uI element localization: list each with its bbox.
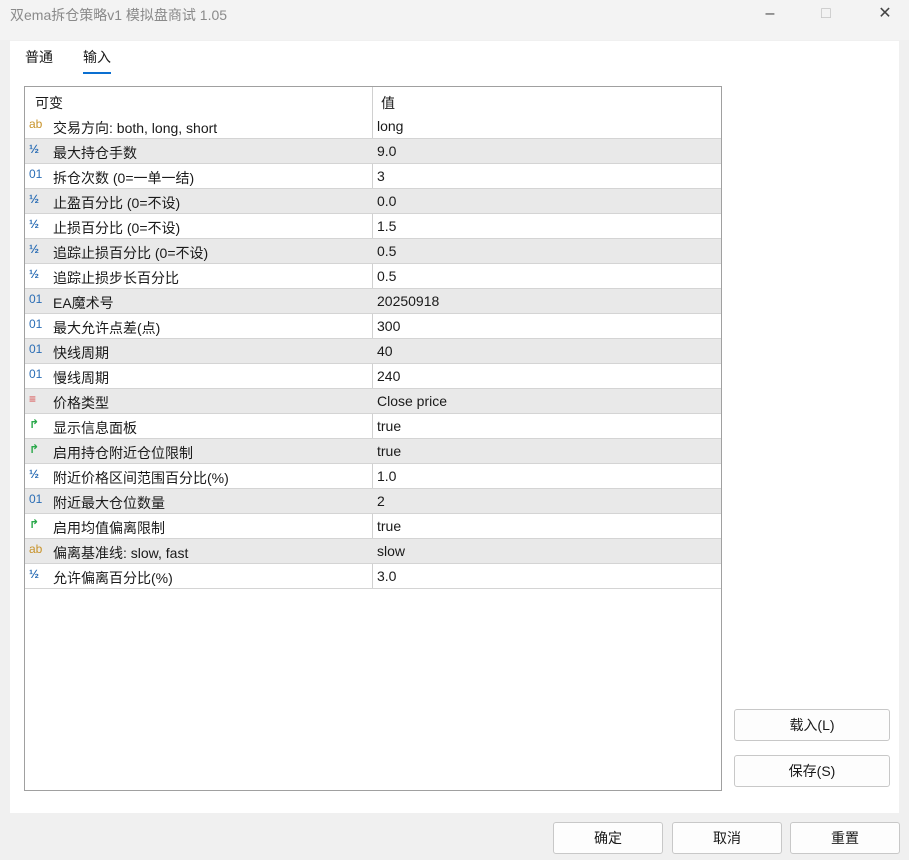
table-row[interactable]: ½ 允许偏离百分比(%) 3.0 xyxy=(25,564,721,589)
param-value[interactable]: 40 xyxy=(377,343,393,359)
param-value[interactable]: 0.5 xyxy=(377,243,396,259)
param-name: 止盈百分比 (0=不设) xyxy=(53,195,181,211)
table-row[interactable]: ab 交易方向: both, long, short long xyxy=(25,114,721,139)
double-type-icon: ½ xyxy=(29,567,40,581)
dialog-panel: 普通 输入 可变 值 ab 交易方向: both, long, short lo… xyxy=(10,41,899,813)
param-value[interactable]: 300 xyxy=(377,318,400,334)
bool-type-icon: ↱ xyxy=(29,442,40,456)
param-value[interactable]: 9.0 xyxy=(377,143,396,159)
integer-type-icon: 01 xyxy=(29,342,43,356)
table-row[interactable]: ½ 止盈百分比 (0=不设) 0.0 xyxy=(25,189,721,214)
tab-inputs[interactable]: 输入 xyxy=(83,47,111,74)
title-bar: 双ema拆仓策略v1 模拟盘商试 1.05 – □ ✕ xyxy=(0,0,909,40)
param-name: 追踪止损步长百分比 xyxy=(53,270,179,286)
table-row[interactable]: 01 快线周期 40 xyxy=(25,339,721,364)
table-row[interactable]: 01 慢线周期 240 xyxy=(25,364,721,389)
header-value[interactable]: 值 xyxy=(381,93,395,113)
minimize-icon[interactable]: – xyxy=(760,4,780,24)
header-variable[interactable]: 可变 xyxy=(35,93,63,113)
table-row[interactable]: ½ 最大持仓手数 9.0 xyxy=(25,139,721,164)
string-type-icon: ab xyxy=(29,542,43,556)
string-type-icon: ab xyxy=(29,117,43,131)
param-name: 偏离基准线: slow, fast xyxy=(53,545,189,561)
param-value[interactable]: true xyxy=(377,443,401,459)
integer-type-icon: 01 xyxy=(29,367,43,381)
param-name: 交易方向: both, long, short xyxy=(53,120,218,136)
double-type-icon: ½ xyxy=(29,217,40,231)
param-name: 最大允许点差(点) xyxy=(53,320,161,336)
param-value[interactable]: 240 xyxy=(377,368,400,384)
param-value[interactable]: true xyxy=(377,518,401,534)
param-value[interactable]: 1.0 xyxy=(377,468,396,484)
param-name: 拆仓次数 (0=一单一结) xyxy=(53,170,195,186)
param-value[interactable]: 0.5 xyxy=(377,268,396,284)
maximize-icon[interactable]: □ xyxy=(816,4,836,24)
param-value[interactable]: 0.0 xyxy=(377,193,396,209)
param-name: 附近最大仓位数量 xyxy=(53,495,165,511)
double-type-icon: ½ xyxy=(29,192,40,206)
table-row[interactable]: ↱ 显示信息面板 true xyxy=(25,414,721,439)
param-value[interactable]: 1.5 xyxy=(377,218,396,234)
param-name: 追踪止损百分比 (0=不设) xyxy=(53,245,209,261)
integer-type-icon: 01 xyxy=(29,492,43,506)
param-name: 启用持仓附近仓位限制 xyxy=(53,445,193,461)
param-value[interactable]: long xyxy=(377,118,403,134)
table-header: 可变 值 xyxy=(25,87,721,114)
table-row[interactable]: ↱ 启用持仓附近仓位限制 true xyxy=(25,439,721,464)
param-name: 最大持仓手数 xyxy=(53,145,137,161)
load-button[interactable]: 载入(L) xyxy=(734,709,890,741)
save-button[interactable]: 保存(S) xyxy=(734,755,890,787)
param-value[interactable]: slow xyxy=(377,543,405,559)
param-value[interactable]: 3.0 xyxy=(377,568,396,584)
integer-type-icon: 01 xyxy=(29,292,43,306)
table-row[interactable]: 01 EA魔术号 20250918 xyxy=(25,289,721,314)
table-row[interactable]: ↱ 启用均值偏离限制 true xyxy=(25,514,721,539)
table-row[interactable]: 01 最大允许点差(点) 300 xyxy=(25,314,721,339)
param-value[interactable]: 2 xyxy=(377,493,385,509)
ok-button[interactable]: 确定 xyxy=(553,822,663,854)
table-row[interactable]: ½ 附近价格区间范围百分比(%) 1.0 xyxy=(25,464,721,489)
window-title: 双ema拆仓策略v1 模拟盘商试 1.05 xyxy=(10,7,228,23)
table-row[interactable]: ½ 追踪止损百分比 (0=不设) 0.5 xyxy=(25,239,721,264)
double-type-icon: ½ xyxy=(29,142,40,156)
table-row[interactable]: ≡ 价格类型 Close price xyxy=(25,389,721,414)
param-name: 慢线周期 xyxy=(53,370,109,386)
param-name: 允许偏离百分比(%) xyxy=(53,570,173,586)
double-type-icon: ½ xyxy=(29,267,40,281)
param-value[interactable]: Close price xyxy=(377,393,447,409)
bool-type-icon: ↱ xyxy=(29,517,40,531)
bool-type-icon: ↱ xyxy=(29,417,40,431)
close-icon[interactable]: ✕ xyxy=(875,4,895,24)
param-name: 启用均值偏离限制 xyxy=(53,520,165,536)
integer-type-icon: 01 xyxy=(29,317,43,331)
param-name: 快线周期 xyxy=(53,345,109,361)
cancel-button[interactable]: 取消 xyxy=(672,822,782,854)
reset-button[interactable]: 重置 xyxy=(790,822,900,854)
param-name: 止损百分比 (0=不设) xyxy=(53,220,181,236)
param-value[interactable]: true xyxy=(377,418,401,434)
double-type-icon: ½ xyxy=(29,467,40,481)
param-name: 价格类型 xyxy=(53,395,109,411)
param-name: EA魔术号 xyxy=(53,295,114,311)
double-type-icon: ½ xyxy=(29,242,40,256)
param-value[interactable]: 20250918 xyxy=(377,293,439,309)
inputs-table: 可变 值 ab 交易方向: both, long, short long ½ 最大… xyxy=(24,86,722,791)
tab-general[interactable]: 普通 xyxy=(25,47,53,67)
param-value[interactable]: 3 xyxy=(377,168,385,184)
integer-type-icon: 01 xyxy=(29,167,43,181)
param-name: 显示信息面板 xyxy=(53,420,137,436)
param-name: 附近价格区间范围百分比(%) xyxy=(53,470,229,486)
table-row[interactable]: ½ 追踪止损步长百分比 0.5 xyxy=(25,264,721,289)
table-row[interactable]: ab 偏离基准线: slow, fast slow xyxy=(25,539,721,564)
table-row[interactable]: 01 拆仓次数 (0=一单一结) 3 xyxy=(25,164,721,189)
table-row[interactable]: ½ 止损百分比 (0=不设) 1.5 xyxy=(25,214,721,239)
enum-type-icon: ≡ xyxy=(29,392,37,406)
table-row[interactable]: 01 附近最大仓位数量 2 xyxy=(25,489,721,514)
